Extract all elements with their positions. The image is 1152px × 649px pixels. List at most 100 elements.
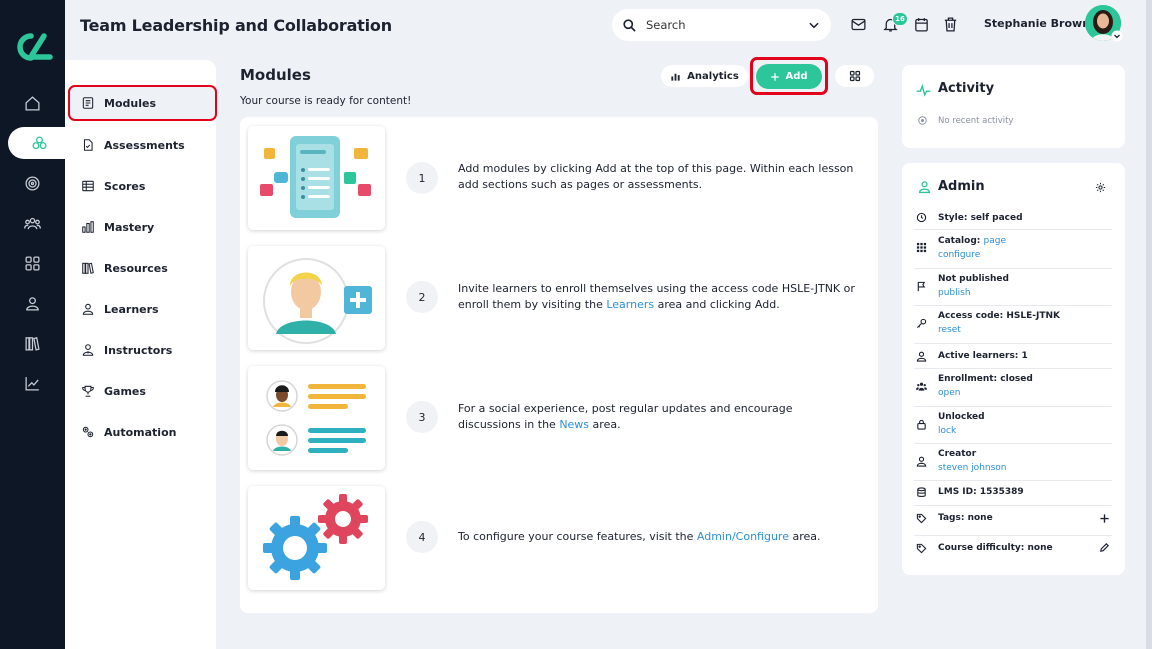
rail-person[interactable] [0, 287, 65, 319]
bar-chart-icon [671, 73, 680, 81]
nav-item-modules[interactable]: Modules [68, 85, 217, 121]
nav-item-mastery[interactable]: Mastery [65, 209, 216, 245]
nav-item-games[interactable]: Games [65, 373, 216, 409]
nav-item-instructors[interactable]: Instructors [65, 332, 216, 368]
news-link[interactable]: News [559, 418, 589, 431]
modules-icon [82, 97, 94, 109]
nav-item-automation[interactable]: Automation [65, 414, 216, 450]
nav-label: Scores [104, 179, 146, 193]
search-input[interactable]: Search [646, 18, 807, 32]
add-button[interactable]: Add [756, 64, 822, 89]
library-icon [25, 336, 40, 351]
page-scrollbar[interactable] [1146, 0, 1152, 649]
reset-code-link[interactable]: reset [938, 325, 961, 335]
analytics-button[interactable]: Analytics [661, 65, 748, 87]
step-1-illustration [248, 126, 385, 230]
rail-home[interactable] [0, 87, 65, 119]
step-text-part: area. [589, 418, 621, 431]
admin-row-enrollment: Enrollment: closed open [914, 369, 1112, 407]
page-title: Team Leadership and Collaboration [80, 16, 392, 35]
admin-row-active-learners: Active learners: 1 [914, 344, 1112, 369]
content-title: Modules [240, 66, 311, 84]
creator-link[interactable]: steven johnson [938, 463, 1007, 473]
plus-icon[interactable] [1099, 513, 1110, 524]
people-icon [24, 217, 41, 229]
analytics-label: Analytics [687, 70, 739, 82]
database-icon [917, 487, 926, 497]
admin-row-label: Active learners: 1 [938, 351, 1028, 361]
admin-row-creator: Creator steven johnson [914, 444, 1112, 481]
step-text-part: Add modules by clicking Add at the top o… [458, 162, 854, 191]
creator-icon [916, 456, 927, 467]
mastery-icon [82, 221, 94, 233]
step-4-illustration [248, 486, 385, 590]
notification-count-badge: 16 [892, 12, 908, 26]
automation-icon [82, 426, 94, 438]
instructors-icon [82, 344, 94, 356]
admin-row-catalog: Catalog: page configure [914, 230, 1112, 269]
target-icon [25, 175, 40, 191]
nav-item-assessments[interactable]: Assessments [65, 127, 216, 163]
admin-row-access-code: Access code: HSLE-JTNK reset [914, 306, 1112, 344]
activity-title: Activity [938, 81, 995, 96]
grid-icon [849, 70, 860, 82]
rail-chart[interactable] [0, 367, 65, 399]
rail-people[interactable] [0, 207, 65, 239]
calendar-icon[interactable] [913, 16, 930, 33]
user-name[interactable]: Stephanie Brown [984, 17, 1090, 30]
admin-row-label: Access code: HSLE-JTNK [938, 311, 1061, 321]
admin-row-label: Unlocked [938, 412, 985, 422]
lock-link[interactable]: lock [938, 426, 956, 436]
tag-icon [916, 513, 927, 524]
step-text: Add modules by clicking Add at the top o… [458, 161, 858, 193]
layout-options-button[interactable] [835, 65, 874, 87]
rail-grid[interactable] [0, 247, 65, 279]
clock-icon [916, 212, 927, 223]
learners-link[interactable]: Learners [606, 298, 654, 311]
admin-row-published: Not published publish [914, 269, 1112, 306]
learners-icon [82, 303, 94, 315]
search-icon [623, 18, 636, 32]
nav-label: Resources [104, 261, 168, 275]
admin-configure-link[interactable]: Admin/Configure [697, 530, 789, 543]
resources-icon [82, 262, 94, 274]
rail-courses[interactable] [8, 127, 70, 159]
step-text: For a social experience, post regular up… [458, 401, 858, 433]
step-text-part: To configure your course features, visit… [458, 530, 697, 543]
admin-row-label: Course difficulty: none [938, 543, 1053, 553]
step-number: 2 [406, 281, 438, 313]
catalog-configure-link[interactable]: configure [938, 250, 980, 260]
group-icon [916, 382, 927, 391]
nav-item-resources[interactable]: Resources [65, 250, 216, 286]
rail-target[interactable] [0, 167, 65, 199]
admin-person-icon [918, 181, 931, 194]
app-logo-icon[interactable] [11, 32, 53, 62]
admin-row-label: Tags: none [938, 513, 993, 523]
publish-link[interactable]: publish [938, 288, 971, 298]
nav-item-learners[interactable]: Learners [65, 291, 216, 327]
add-label: Add [785, 71, 808, 82]
admin-title: Admin [938, 179, 985, 194]
gear-icon[interactable] [1095, 182, 1106, 193]
pulse-icon [916, 84, 931, 97]
chevron-down-icon[interactable] [807, 18, 821, 32]
search-box[interactable]: Search [612, 9, 831, 41]
admin-row-style: Style: self paced [914, 205, 1112, 230]
catalog-page-link[interactable]: page [984, 236, 1006, 246]
rail-library[interactable] [0, 327, 65, 359]
open-enrollment-link[interactable]: open [938, 388, 960, 398]
chevron-down-icon[interactable] [1111, 30, 1123, 42]
catalog-icon [916, 242, 927, 253]
key-icon [916, 318, 927, 329]
top-header: Team Leadership and Collaboration Search… [65, 0, 1152, 52]
pencil-icon[interactable] [1099, 542, 1110, 553]
step-number: 3 [406, 401, 438, 433]
trash-icon[interactable] [942, 16, 959, 33]
admin-row-lms-id: LMS ID: 1535389 [914, 481, 1112, 506]
scores-icon [82, 180, 94, 192]
step-text-part: area and clicking Add. [654, 298, 780, 311]
mail-icon[interactable] [850, 16, 867, 33]
nav-label: Assessments [104, 138, 185, 152]
plus-icon [771, 72, 780, 81]
nav-item-scores[interactable]: Scores [65, 168, 216, 204]
